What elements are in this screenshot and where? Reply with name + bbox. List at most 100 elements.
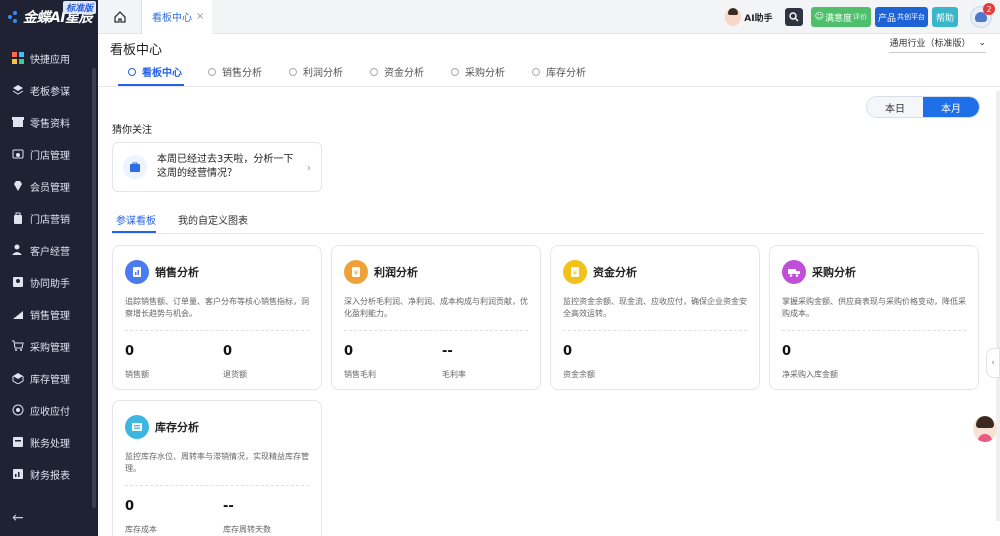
sidebar-item-store-mgmt[interactable]: 门店管理 — [0, 138, 98, 170]
tab-dashboard-center[interactable]: 看板中心 × — [142, 0, 213, 34]
metric-value: 0 — [782, 344, 792, 359]
home-tab[interactable] — [98, 0, 142, 34]
bag-icon — [12, 212, 24, 224]
layers-icon — [12, 84, 24, 96]
truck-icon — [782, 260, 806, 284]
industry-value: 通用行业（标准版） — [889, 39, 971, 49]
main-scrollbar[interactable] — [996, 91, 1000, 521]
industry-select[interactable]: 通用行业（标准版） ⌄ — [889, 36, 986, 53]
edition-badge: 标准版 — [62, 1, 96, 14]
sidebar-item-store-marketing[interactable]: 门店营销 — [0, 202, 98, 234]
help-label: 帮助 — [935, 13, 954, 24]
sidebar-item-label: 采购管理 — [30, 342, 70, 354]
sidebar-item-label: 门店营销 — [30, 214, 70, 226]
product-cocreate-button[interactable]: 产品 共创平台 — [874, 7, 928, 27]
card-divider — [344, 330, 528, 331]
bag-icon — [123, 155, 147, 179]
tab-sales-analysis[interactable]: 销售分析 — [208, 64, 262, 79]
money-icon — [12, 404, 24, 416]
panel-tabs: 参谋看板 我的自定义图表 — [112, 210, 984, 234]
close-tab-icon[interactable]: × — [196, 11, 204, 22]
tab-dashboard[interactable]: 看板中心 — [128, 64, 182, 79]
sidebar-item-retail-data[interactable]: 零售资料 — [0, 106, 98, 138]
card-title: 采购分析 — [812, 266, 856, 279]
ai-assistant-button[interactable]: AI助手 — [725, 8, 773, 26]
satisfaction-button[interactable]: ☺ 满意度 评价 — [810, 7, 871, 27]
notification-badge: 2 — [983, 3, 995, 15]
period-month-button[interactable]: 本月 — [923, 97, 979, 117]
metric-label: 库存周转天数 — [223, 525, 271, 534]
satisfaction-label: 满意度 — [824, 13, 852, 24]
tab-inventory-analysis[interactable]: 库存分析 — [532, 64, 586, 79]
svg-text:¥: ¥ — [354, 269, 359, 277]
card-header: 采购分析 — [782, 260, 856, 284]
top-right-actions: AI助手 ☺ 满意度 评价 产品 共创平台 帮助 2 — [725, 0, 995, 34]
active-tab-indicator — [118, 84, 184, 86]
card-inventory-analysis[interactable]: 库存分析 监控库存水位、周转率与滞销情况，实现精益库存管理。 0 库存成本 -- 库… — [112, 400, 322, 536]
tab-custom-charts[interactable]: 我的自定义图表 — [178, 212, 248, 227]
chevron-down-icon: ⌄ — [978, 37, 986, 48]
metric-value: 0 — [344, 344, 354, 359]
sidebar-item-customer-ops[interactable]: 客户经营 — [0, 234, 98, 266]
floating-assistant-avatar[interactable] — [973, 416, 997, 442]
metric-inventory-cost: 0 库存成本 — [125, 499, 157, 535]
sidebar-item-member-mgmt[interactable]: 会员管理 — [0, 170, 98, 202]
metric-value: -- — [442, 344, 453, 359]
brand-logo[interactable]: 金蝶AI星辰 标准版 — [0, 0, 98, 34]
sidebar-item-inventory-mgmt[interactable]: 库存管理 — [0, 362, 98, 394]
card-fund-analysis[interactable]: ¥ 资金分析 监控资金余额、现金流、应收应付，确保企业资金安全高效运转。 0 资金… — [550, 245, 760, 390]
card-profit-analysis[interactable]: ¥ 利润分析 深入分析毛利润、净利润、成本构成与利润贡献，优化盈利能力。 0 销售… — [331, 245, 541, 390]
main-content: 看板中心 通用行业（标准版） ⌄ 看板中心 销售分析 利润分析 资金分析 采购分… — [98, 34, 1000, 536]
sidebar-item-purchase-mgmt[interactable]: 采购管理 — [0, 330, 98, 362]
sidebar-item-label: 账务处理 — [30, 438, 70, 450]
metric-value: 0 — [125, 344, 135, 359]
tab-profit-analysis[interactable]: 利润分析 — [289, 64, 343, 79]
search-button[interactable] — [784, 8, 803, 26]
card-purchase-analysis[interactable]: 采购分析 掌握采购金额、供应商表现与采购价格变动，降低采购成本。 0 净采购入库金… — [769, 245, 979, 390]
card-sales-analysis[interactable]: 销售分析 追踪销售额、订单量、客户分布等核心销售指标，洞察增长趋势与机会。 0 销… — [112, 245, 322, 390]
sidebar-item-collab-assistant[interactable]: 协同助手 — [0, 266, 98, 298]
tab-label: 库存分析 — [546, 68, 586, 79]
metric-gross-margin: -- 毛利率 — [442, 344, 466, 380]
sidebar-item-quick-apps[interactable]: 快捷应用 — [0, 42, 98, 74]
sidebar-item-receivables[interactable]: 应收应付 — [0, 394, 98, 426]
metric-turnover-days: -- 库存周转天数 — [223, 499, 271, 535]
tab-fund-analysis[interactable]: 资金分析 — [370, 64, 424, 79]
sidebar-scrollbar[interactable] — [92, 68, 96, 508]
tab-label: 销售分析 — [222, 68, 262, 79]
collapse-sidebar-icon[interactable]: ← — [12, 510, 24, 526]
fund-icon: ¥ — [563, 260, 587, 284]
metric-sales-amount: 0 销售额 — [125, 344, 149, 380]
metric-fund-balance: 0 资金余额 — [563, 344, 595, 380]
circle-icon — [532, 67, 540, 76]
top-bar: 看板中心 × AI助手 ☺ 满意度 评价 产品 共创平台 帮助 2 — [98, 0, 1000, 34]
card-description: 监控库存水位、周转率与滞销情况，实现精益库存管理。 — [125, 452, 309, 473]
metric-return-amount: 0 退货额 — [223, 344, 247, 380]
chevron-left-icon[interactable]: ‹ — [986, 348, 1000, 378]
sidebar-item-label: 财务报表 — [30, 470, 70, 482]
tab-purchase-analysis[interactable]: 采购分析 — [451, 64, 505, 79]
period-day-button[interactable]: 本日 — [867, 97, 923, 117]
sidebar-item-financial-reports[interactable]: 财务报表 — [0, 458, 98, 490]
product-label: 产品 — [877, 13, 896, 24]
metric-value: -- — [223, 499, 234, 514]
sidebar-item-sales-mgmt[interactable]: 销售管理 — [0, 298, 98, 330]
tab-advisor-board[interactable]: 参谋看板 — [116, 212, 156, 227]
sidebar-item-label: 老板参谋 — [30, 86, 70, 98]
ai-avatar-icon — [725, 8, 742, 26]
guess-card[interactable]: 本周已经过去3天啦，分析一下这周的经营情况？ › — [112, 142, 322, 192]
metric-value: 0 — [125, 499, 135, 514]
circle-icon — [128, 67, 136, 76]
user-avatar[interactable]: 2 — [970, 3, 995, 28]
card-description: 掌握采购金额、供应商表现与采购价格变动，降低采购成本。 — [782, 297, 966, 318]
card-header: ¥ 资金分析 — [563, 260, 637, 284]
sidebar-item-label: 销售管理 — [30, 310, 70, 322]
profit-icon: ¥ — [344, 260, 368, 284]
sidebar-item-accounting[interactable]: 账务处理 — [0, 426, 98, 458]
page-title: 看板中心 — [110, 43, 163, 58]
circle-icon — [370, 67, 378, 76]
sidebar-item-label: 应收应付 — [30, 406, 70, 418]
smile-icon: ☺ — [814, 12, 824, 22]
sidebar-item-boss-advisor[interactable]: 老板参谋 — [0, 74, 98, 106]
help-button[interactable]: 帮助 — [931, 7, 958, 27]
